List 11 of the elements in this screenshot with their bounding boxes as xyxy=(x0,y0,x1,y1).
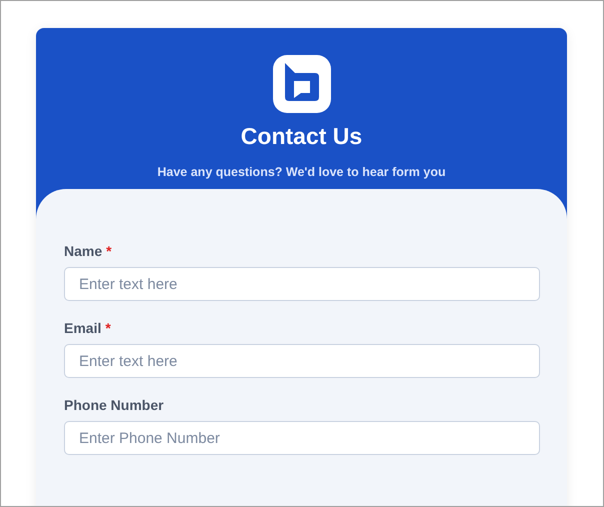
required-mark: * xyxy=(105,320,111,336)
form-subtitle: Have any questions? We'd love to hear form you xyxy=(157,165,446,179)
field-label: Email xyxy=(64,320,102,336)
required-mark: * xyxy=(106,243,112,259)
input-field[interactable]: Enter text here xyxy=(64,344,540,378)
field-label: Phone Number xyxy=(64,397,164,413)
input-field[interactable]: Enter Phone Number xyxy=(64,421,540,455)
input-field[interactable]: Enter text here xyxy=(64,267,540,301)
logo-icon xyxy=(272,55,330,113)
field-label: Name xyxy=(64,243,102,259)
form-title: Contact Us xyxy=(240,123,362,150)
